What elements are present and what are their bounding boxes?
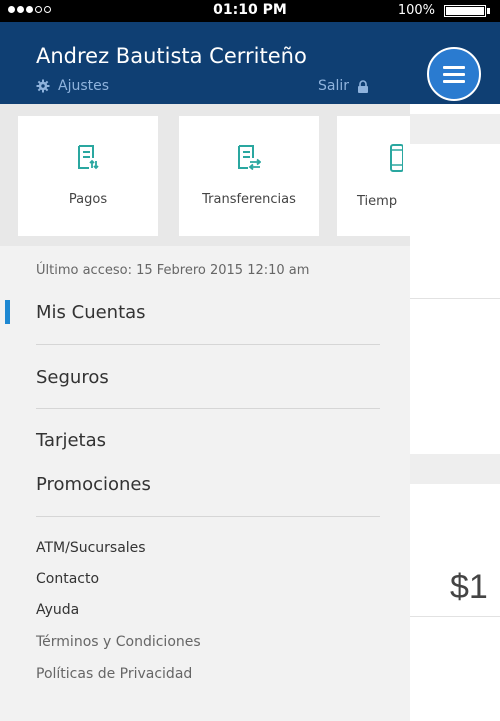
active-nav-indicator: [5, 300, 10, 324]
link-atm-sucursales[interactable]: ATM/Sucursales: [36, 540, 146, 556]
main-divider: [410, 616, 500, 617]
shortcut-label: Tiemp: [357, 194, 398, 209]
battery-tip: [487, 8, 490, 14]
main-section-header: [410, 454, 500, 484]
settings-label: Ajustes: [58, 78, 110, 94]
last-access-text: Último acceso: 15 Febrero 2015 12:10 am: [36, 263, 310, 278]
user-name: Andrez Bautista Cerriteño: [36, 44, 307, 68]
nav-item-mis-cuentas[interactable]: Mis Cuentas: [36, 302, 146, 323]
shortcut-tiles: Pagos Transferencias Tiemp: [0, 104, 410, 246]
nav-item-promociones[interactable]: Promociones: [36, 474, 151, 495]
main-divider: [410, 298, 500, 299]
main-content: $1: [410, 22, 500, 721]
battery-percent: 100%: [397, 3, 435, 18]
status-bar: 01:10 PM 100%: [0, 0, 500, 22]
settings-link[interactable]: Ajustes: [36, 78, 109, 94]
shortcut-payments[interactable]: Pagos: [18, 116, 158, 236]
nav-item-seguros[interactable]: Seguros: [36, 367, 109, 388]
link-ayuda[interactable]: Ayuda: [36, 602, 79, 618]
main-section-header: [410, 114, 500, 144]
main-header: [410, 22, 500, 104]
link-contacto[interactable]: Contacto: [36, 571, 99, 587]
side-drawer: Andrez Bautista Cerriteño Ajustes Salir: [0, 22, 410, 721]
transfers-icon: [238, 145, 261, 170]
logout-label: Salir: [318, 78, 350, 94]
nav-divider: [36, 516, 380, 517]
lock-icon: [358, 79, 369, 93]
shortcut-label: Pagos: [68, 192, 108, 207]
nav-item-tarjetas[interactable]: Tarjetas: [36, 430, 106, 451]
gear-icon: [36, 79, 50, 93]
logout-link[interactable]: Salir: [318, 78, 369, 94]
link-terminos[interactable]: Términos y Condiciones: [36, 634, 201, 650]
payments-icon: [78, 145, 99, 170]
shortcut-airtime[interactable]: Tiemp: [337, 116, 410, 236]
battery-icon: [444, 5, 486, 17]
nav-divider: [36, 344, 380, 345]
nav-divider: [36, 408, 380, 409]
drawer-header: Andrez Bautista Cerriteño Ajustes Salir: [0, 22, 410, 104]
shortcut-label: Transferencias: [202, 192, 296, 207]
hamburger-menu-icon[interactable]: [427, 47, 481, 101]
account-balance: $1: [450, 568, 488, 606]
shortcut-transfers[interactable]: Transferencias: [179, 116, 319, 236]
airtime-icon: [390, 144, 403, 172]
link-privacidad[interactable]: Políticas de Privacidad: [36, 666, 192, 682]
